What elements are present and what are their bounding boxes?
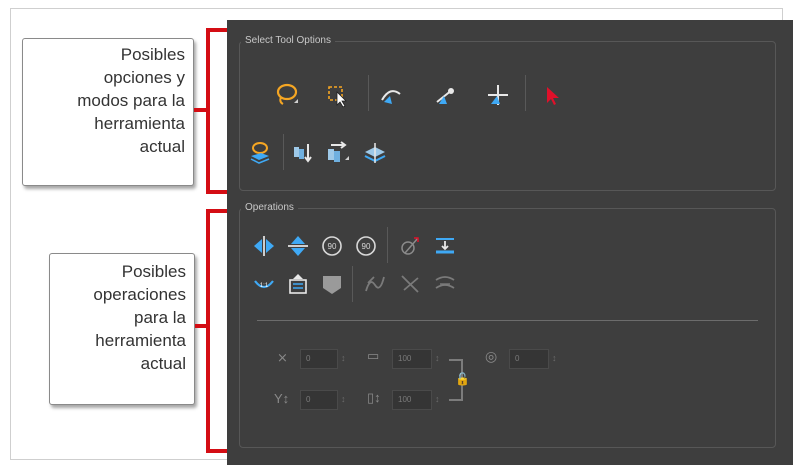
apply-to-all-drawings-icon[interactable] — [291, 139, 317, 165]
select-tool-options-group — [239, 41, 776, 191]
divider — [257, 320, 758, 321]
straighten-icon[interactable] — [362, 271, 388, 297]
separator — [387, 227, 388, 263]
callout-line: herramienta — [94, 114, 185, 133]
select-by-color-icon[interactable] — [247, 139, 273, 165]
simplify-icon[interactable] — [432, 271, 458, 297]
y-position-icon: Y↕ — [274, 391, 290, 406]
callout-line: Posibles — [120, 45, 185, 64]
morphing-icon[interactable] — [362, 140, 388, 166]
create-empty-drawing-icon[interactable] — [397, 233, 423, 259]
callout-line: modos para la — [77, 91, 185, 110]
height-spinner[interactable]: ↕ — [435, 394, 440, 404]
angle-spinner[interactable]: ↕ — [552, 353, 557, 363]
snap-contour-icon[interactable] — [378, 82, 404, 108]
bracket-operations — [206, 209, 228, 453]
separator — [368, 75, 369, 111]
callout-line: para la — [134, 308, 186, 327]
snap-grid-icon[interactable] — [485, 82, 511, 108]
callout-tool-options: Posibles opciones y modos para la herram… — [22, 38, 194, 186]
width-spinner[interactable]: ↕ — [435, 353, 440, 363]
callout-line: herramienta — [95, 331, 186, 350]
callout-operations: Posibles operaciones para la herramienta… — [49, 253, 195, 405]
rotate-90-cw-icon[interactable]: 90 — [319, 233, 345, 259]
height-icon: ▯↕ — [367, 390, 381, 405]
group-title: Select Tool Options — [241, 35, 335, 46]
snap-point-icon[interactable] — [432, 82, 458, 108]
marquee-icon[interactable] — [325, 82, 351, 108]
bracket-tick — [195, 324, 210, 328]
callout-line: Posibles — [121, 262, 186, 281]
angle-field[interactable]: 0 — [509, 349, 549, 369]
flip-horizontal-icon[interactable] — [251, 233, 277, 259]
separator — [525, 75, 526, 111]
y-position-field[interactable]: 0 — [300, 390, 338, 410]
svg-text:1:1: 1:1 — [260, 283, 269, 289]
store-drawing-icon[interactable] — [319, 271, 345, 297]
separator — [352, 266, 353, 302]
rotate-90-ccw-icon[interactable]: 90 — [353, 233, 379, 259]
distribute-to-layers-icon[interactable] — [432, 233, 458, 259]
y-spinner[interactable]: ↕ — [341, 394, 346, 404]
callout-line: actual — [139, 137, 185, 156]
callout-line: actual — [140, 354, 186, 373]
bracket-tick — [194, 108, 210, 112]
height-field[interactable]: 100 — [392, 390, 432, 410]
x-position-icon: ⨯ — [277, 350, 288, 365]
angle-icon: ◎ — [485, 348, 498, 364]
svg-text:90: 90 — [328, 242, 337, 251]
width-field[interactable]: 100 — [392, 349, 432, 369]
svg-text:90: 90 — [362, 242, 371, 251]
select-red-arrow-icon[interactable] — [539, 82, 565, 108]
group-title: Operations — [241, 202, 298, 213]
callout-line: opciones y — [103, 68, 185, 87]
repaint-selection-icon[interactable] — [325, 139, 351, 165]
smooth-icon[interactable]: 1:1 — [251, 271, 277, 297]
flip-vertical-icon[interactable] — [285, 233, 311, 259]
flatten-icon[interactable] — [285, 271, 311, 297]
callout-line: operaciones — [93, 285, 186, 304]
tool-properties-panel: Select Tool Options Operations 90 90 1:1… — [227, 20, 793, 465]
lasso-icon[interactable] — [274, 82, 300, 108]
lock-icon[interactable]: 🔓 — [455, 372, 470, 386]
remove-point-icon[interactable] — [397, 271, 423, 297]
x-position-field[interactable]: 0 — [300, 349, 338, 369]
width-icon: ▭ — [367, 348, 380, 363]
separator — [283, 134, 284, 170]
x-spinner[interactable]: ↕ — [341, 353, 346, 363]
